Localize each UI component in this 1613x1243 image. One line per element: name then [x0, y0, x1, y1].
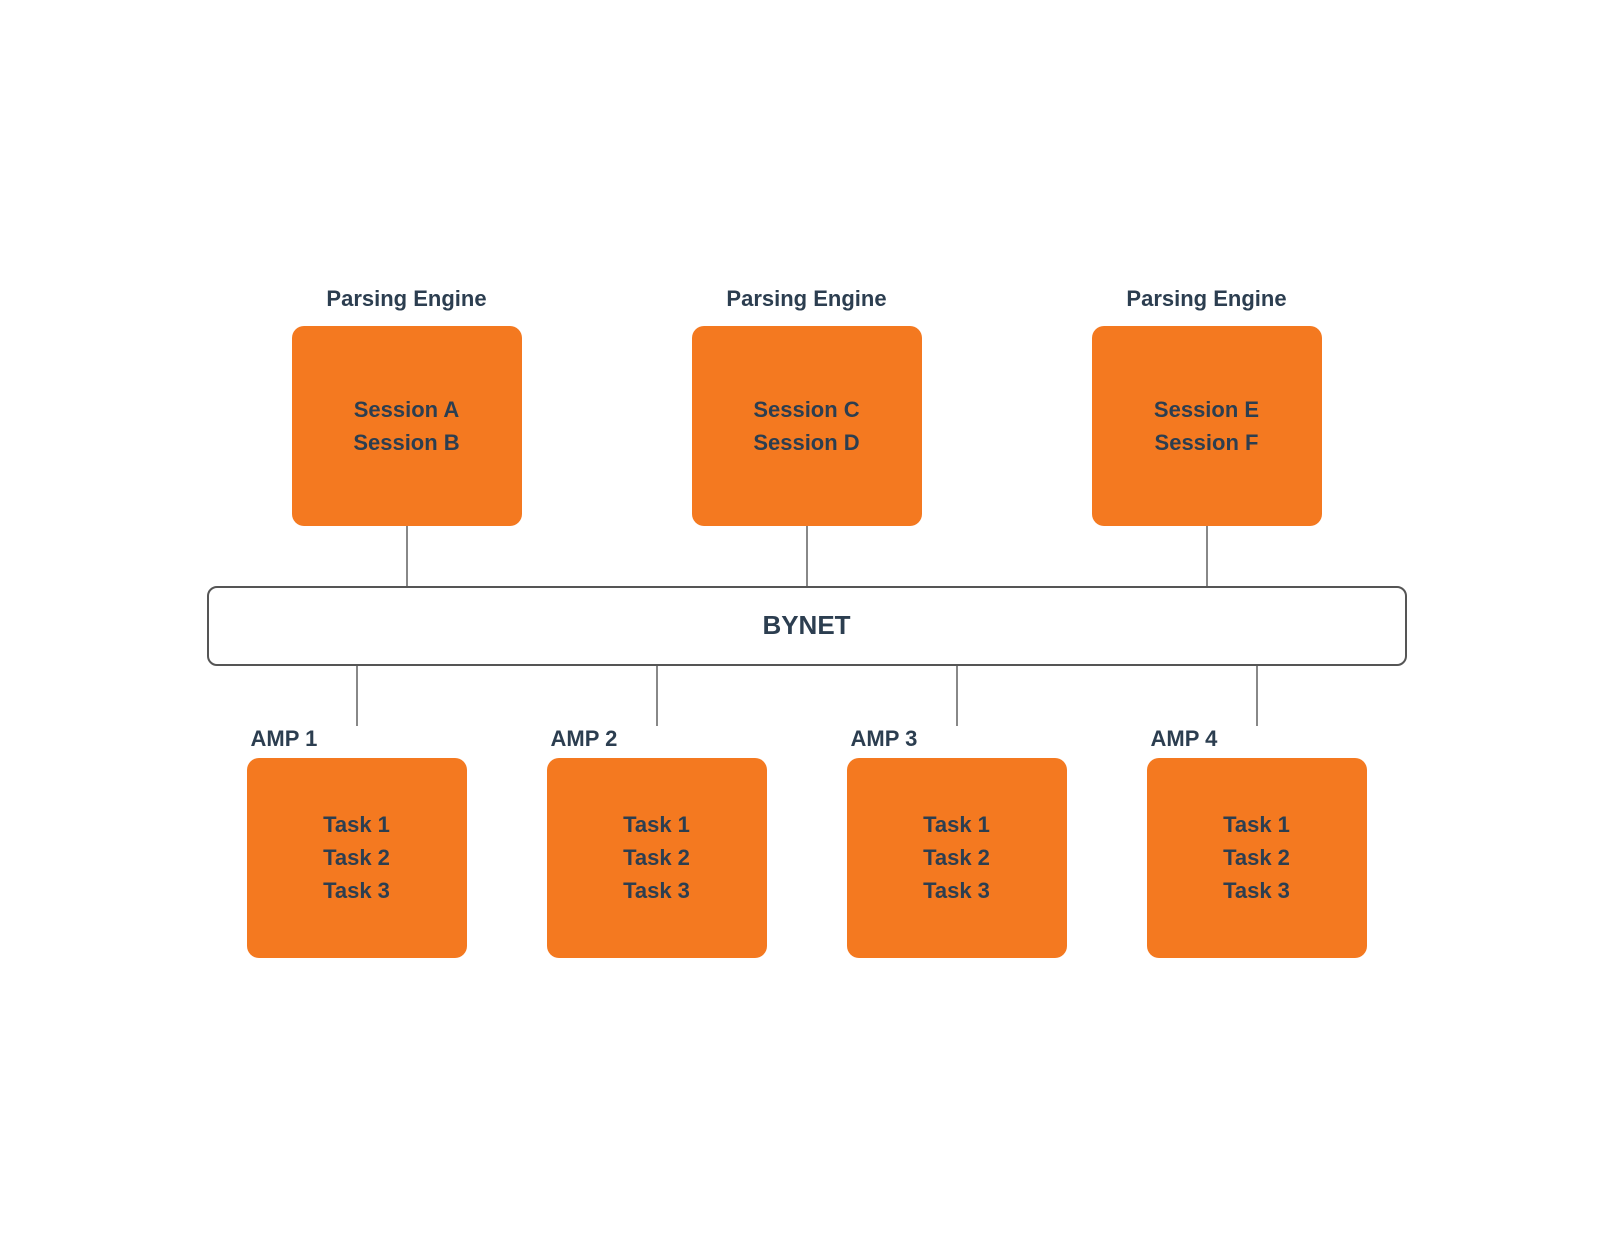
amp4-tasks: Task 1Task 2Task 3 — [1223, 808, 1290, 907]
task-box-3: Task 1Task 2Task 3 — [847, 758, 1067, 958]
session-ef: Session ESession F — [1154, 393, 1259, 459]
line-bynet-amp4 — [1256, 666, 1258, 726]
amp3-tasks: Task 1Task 2Task 3 — [923, 808, 990, 907]
top-connector-1 — [292, 526, 522, 586]
pe-label-1: Parsing Engine — [326, 286, 486, 312]
amp-label-1: AMP 1 — [247, 726, 318, 752]
amp-label-4: AMP 4 — [1147, 726, 1218, 752]
bynet-label: BYNET — [762, 610, 850, 641]
task-box-4: Task 1Task 2Task 3 — [1147, 758, 1367, 958]
session-cd: Session CSession D — [753, 393, 859, 459]
amp-group-2: AMP 2 Task 1Task 2Task 3 — [547, 726, 767, 958]
amp-label-2: AMP 2 — [547, 726, 618, 752]
pe-label-2: Parsing Engine — [726, 286, 886, 312]
line-bynet-amp1 — [356, 666, 358, 726]
bottom-connectors — [207, 666, 1407, 726]
top-connector-3 — [1092, 526, 1322, 586]
bottom-connector-1 — [247, 666, 467, 726]
bottom-connector-4 — [1147, 666, 1367, 726]
bottom-connector-2 — [547, 666, 767, 726]
amp-label-3: AMP 3 — [847, 726, 918, 752]
amp1-tasks: Task 1Task 2Task 3 — [323, 808, 390, 907]
pe-group-2: Parsing Engine Session CSession D — [692, 286, 922, 526]
pe-label-3: Parsing Engine — [1126, 286, 1286, 312]
session-ab: Session ASession B — [353, 393, 459, 459]
pe-group-1: Parsing Engine Session ASession B — [292, 286, 522, 526]
line-bynet-amp2 — [656, 666, 658, 726]
line-pe1-bynet — [406, 526, 408, 586]
line-pe2-bynet — [806, 526, 808, 586]
amp-group-3: AMP 3 Task 1Task 2Task 3 — [847, 726, 1067, 958]
amp-group-4: AMP 4 Task 1Task 2Task 3 — [1147, 726, 1367, 958]
amp2-tasks: Task 1Task 2Task 3 — [623, 808, 690, 907]
bottom-row: AMP 1 Task 1Task 2Task 3 AMP 2 Task 1Tas… — [207, 726, 1407, 958]
bynet-row: BYNET — [207, 586, 1407, 666]
session-box-1: Session ASession B — [292, 326, 522, 526]
bottom-connector-3 — [847, 666, 1067, 726]
top-connectors — [207, 526, 1407, 586]
task-box-2: Task 1Task 2Task 3 — [547, 758, 767, 958]
architecture-diagram: Parsing Engine Session ASession B Parsin… — [207, 286, 1407, 958]
session-box-3: Session ESession F — [1092, 326, 1322, 526]
top-row: Parsing Engine Session ASession B Parsin… — [207, 286, 1407, 526]
top-connector-2 — [692, 526, 922, 586]
bynet-box: BYNET — [207, 586, 1407, 666]
amp-group-1: AMP 1 Task 1Task 2Task 3 — [247, 726, 467, 958]
line-bynet-amp3 — [956, 666, 958, 726]
pe-group-3: Parsing Engine Session ESession F — [1092, 286, 1322, 526]
task-box-1: Task 1Task 2Task 3 — [247, 758, 467, 958]
session-box-2: Session CSession D — [692, 326, 922, 526]
line-pe3-bynet — [1206, 526, 1208, 586]
